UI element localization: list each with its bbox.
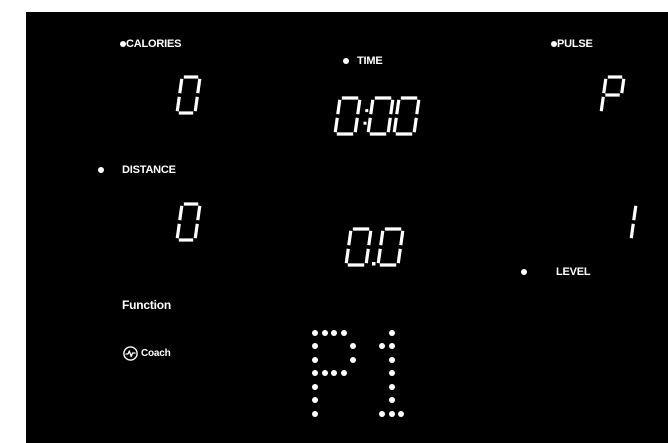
calories-readout [173, 75, 207, 116]
matrix-dot [321, 330, 328, 336]
matrix-dot [388, 356, 395, 363]
matrix-dot [312, 410, 318, 417]
matrix-dot [321, 370, 328, 377]
console-display: CALORIES TIME PULSE DISTANCE LEVEL Funct… [26, 12, 668, 443]
time-indicator-dot [343, 58, 349, 64]
heartbeat-icon [123, 346, 138, 361]
matrix-dot [388, 397, 395, 404]
coach-label: Coach [141, 348, 171, 359]
matrix-dot [379, 343, 385, 350]
matrix-dot [388, 343, 395, 350]
speed-readout [342, 227, 410, 268]
matrix-dot [312, 370, 318, 377]
matrix-dot [312, 356, 318, 363]
level-indicator-dot [521, 269, 527, 275]
matrix-dot [379, 410, 385, 417]
distance-label: DISTANCE [122, 164, 176, 176]
matrix-dot [340, 370, 347, 377]
matrix-dot [312, 397, 318, 404]
pulse-readout [597, 75, 631, 116]
matrix-dot [388, 383, 395, 390]
matrix-dot [388, 410, 395, 417]
matrix-dot [312, 343, 318, 350]
matrix-dot [350, 356, 356, 363]
matrix-dot [331, 370, 337, 377]
time-label: TIME [357, 55, 383, 67]
matrix-dot [331, 330, 337, 336]
matrix-dot [340, 330, 347, 336]
matrix-dot [398, 410, 404, 417]
matrix-dot [388, 330, 395, 336]
matrix-dot [350, 343, 356, 350]
time-readout [331, 96, 426, 137]
level-readout [609, 203, 643, 243]
calories-label: CALORIES [126, 38, 182, 50]
level-label: LEVEL [556, 266, 591, 278]
pulse-label: PULSE [557, 38, 593, 50]
distance-indicator-dot [98, 167, 104, 173]
matrix-dot [388, 370, 395, 377]
matrix-dot [312, 383, 318, 390]
distance-readout [173, 202, 207, 243]
matrix-dot [312, 330, 318, 336]
function-label: Function [122, 298, 172, 312]
